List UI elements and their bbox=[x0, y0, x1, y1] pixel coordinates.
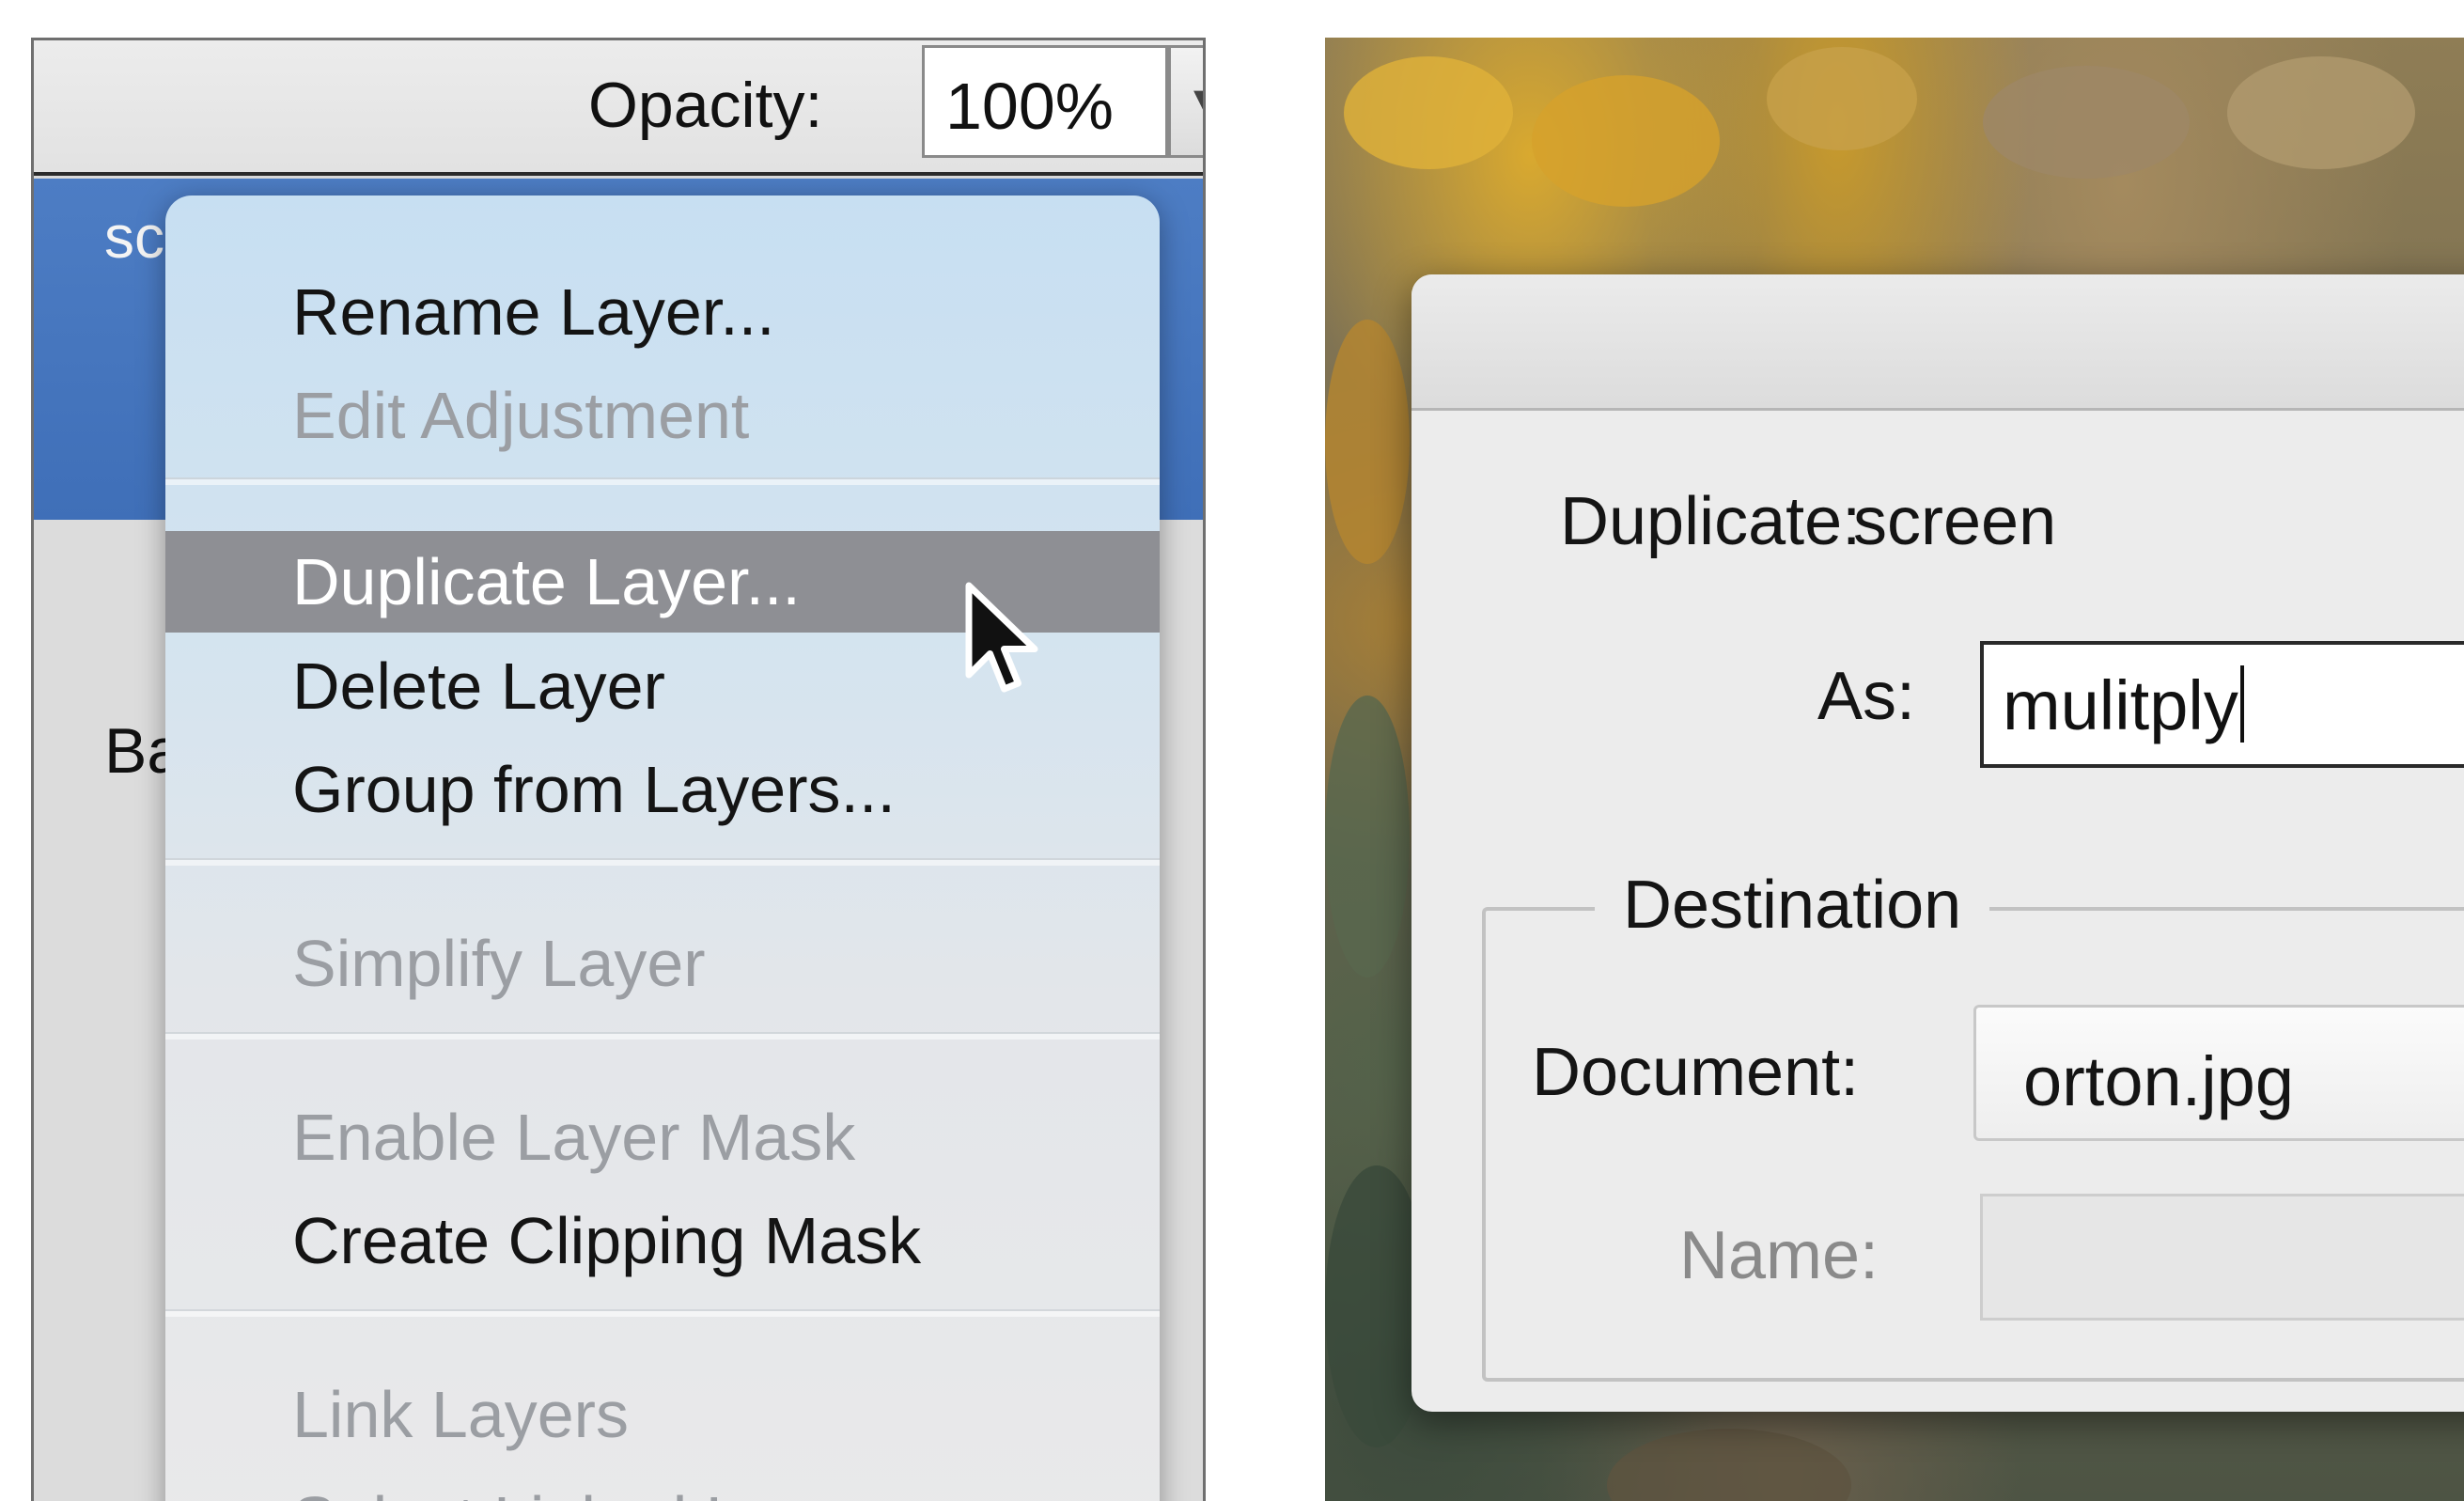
menu-item-link-layers: Link Layers bbox=[292, 1378, 629, 1451]
menu-item-simplify-layer: Simplify Layer bbox=[292, 927, 706, 1000]
foliage-decoration bbox=[1532, 75, 1720, 207]
as-name-input[interactable]: mulitply bbox=[1980, 641, 2464, 768]
duplicate-layer-dialog: Duplicate: screen As: mulitply Destinati… bbox=[1411, 274, 2464, 1412]
menu-item-enable-layer-mask: Enable Layer Mask bbox=[292, 1101, 856, 1174]
menu-separator bbox=[165, 858, 1160, 866]
foliage-decoration bbox=[1607, 1429, 1851, 1501]
foliage-decoration bbox=[2227, 56, 2415, 169]
name-label: Name: bbox=[1679, 1218, 1879, 1293]
foliage-decoration bbox=[1344, 56, 1513, 169]
destination-legend: Destination bbox=[1595, 867, 1990, 944]
chevron-down-icon: ▾ bbox=[1193, 77, 1203, 118]
selected-layer-label: sc bbox=[104, 203, 164, 271]
menu-item-edit-adjustment: Edit Adjustment bbox=[292, 379, 750, 452]
dialog-titlebar[interactable] bbox=[1411, 274, 2464, 411]
opacity-bar: Opacity: 100% ▾ bbox=[34, 38, 1203, 176]
context-menu: Rename Layer... Edit Adjustment Duplicat… bbox=[165, 195, 1160, 1501]
menu-item-create-clipping-mask[interactable]: Create Clipping Mask bbox=[165, 1190, 1160, 1291]
menu-item-select-linked-layers: Select Linked Layers bbox=[165, 1469, 1160, 1501]
duplicate-value: screen bbox=[1853, 484, 2057, 559]
as-label: As: bbox=[1817, 659, 1916, 734]
foliage-decoration bbox=[1325, 320, 1410, 564]
opacity-field[interactable]: 100% bbox=[922, 45, 1168, 158]
foliage-decoration bbox=[1767, 47, 1917, 150]
document-select[interactable]: orton.jpg bbox=[1973, 1005, 2464, 1141]
foliage-decoration bbox=[1983, 66, 2190, 179]
name-input bbox=[1980, 1194, 2464, 1321]
menu-item-rename-layer[interactable]: Rename Layer... bbox=[165, 261, 1160, 363]
menu-separator bbox=[165, 1032, 1160, 1040]
as-name-input-text: mulitply bbox=[2003, 666, 2238, 744]
document-label: Document: bbox=[1532, 1035, 1860, 1110]
menu-item-group-from-layers[interactable]: Group from Layers... bbox=[165, 739, 1160, 840]
foliage-decoration bbox=[1325, 696, 1410, 977]
photo-background: Duplicate: screen As: mulitply Destinati… bbox=[1325, 38, 2464, 1501]
opacity-dropdown-button[interactable]: ▾ bbox=[1168, 45, 1203, 158]
mouse-pointer-icon bbox=[965, 582, 1038, 693]
opacity-label: Opacity: bbox=[588, 70, 823, 141]
layers-panel: Opacity: 100% ▾ sc Ba Rename Layer... Ed… bbox=[31, 38, 1206, 1501]
menu-separator bbox=[165, 1309, 1160, 1317]
text-caret bbox=[2239, 665, 2244, 743]
duplicate-label: Duplicate: bbox=[1560, 484, 1862, 559]
menu-separator bbox=[165, 477, 1160, 485]
